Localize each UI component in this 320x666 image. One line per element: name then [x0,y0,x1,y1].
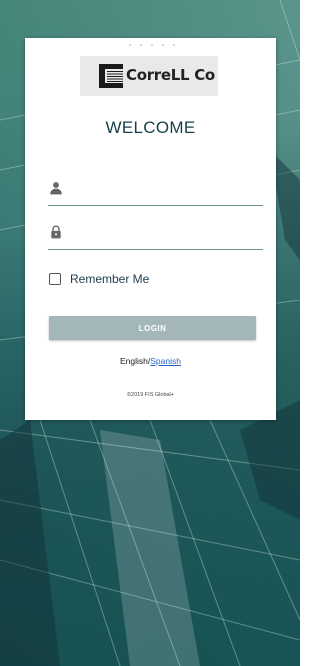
logo-mark-icon [99,64,123,88]
language-current: English [120,356,148,366]
company-logo: CorreLL Co [80,56,218,96]
lock-icon [51,225,61,239]
login-button[interactable]: LOGIN [49,316,256,340]
welcome-title: WELCOME [105,118,196,137]
remember-me[interactable]: Remember Me [49,272,149,286]
password-input[interactable] [74,223,263,247]
username-field[interactable] [48,175,263,206]
remember-me-checkbox[interactable] [49,273,61,285]
person-icon [50,182,62,195]
language-switcher: English/Spanish [25,356,276,366]
copyright-text: ©2019 FIS Global+ [126,392,174,398]
logo-text: CorreLL Co [126,66,215,84]
username-input[interactable] [74,179,263,203]
remember-me-label[interactable]: Remember Me [70,272,149,286]
decorative-dots [129,44,175,46]
login-card: CorreLL Co WELCOME Remember Me LOGIN Eng… [25,38,276,420]
password-field[interactable] [48,219,263,250]
language-spanish-link[interactable]: Spanish [150,356,181,366]
